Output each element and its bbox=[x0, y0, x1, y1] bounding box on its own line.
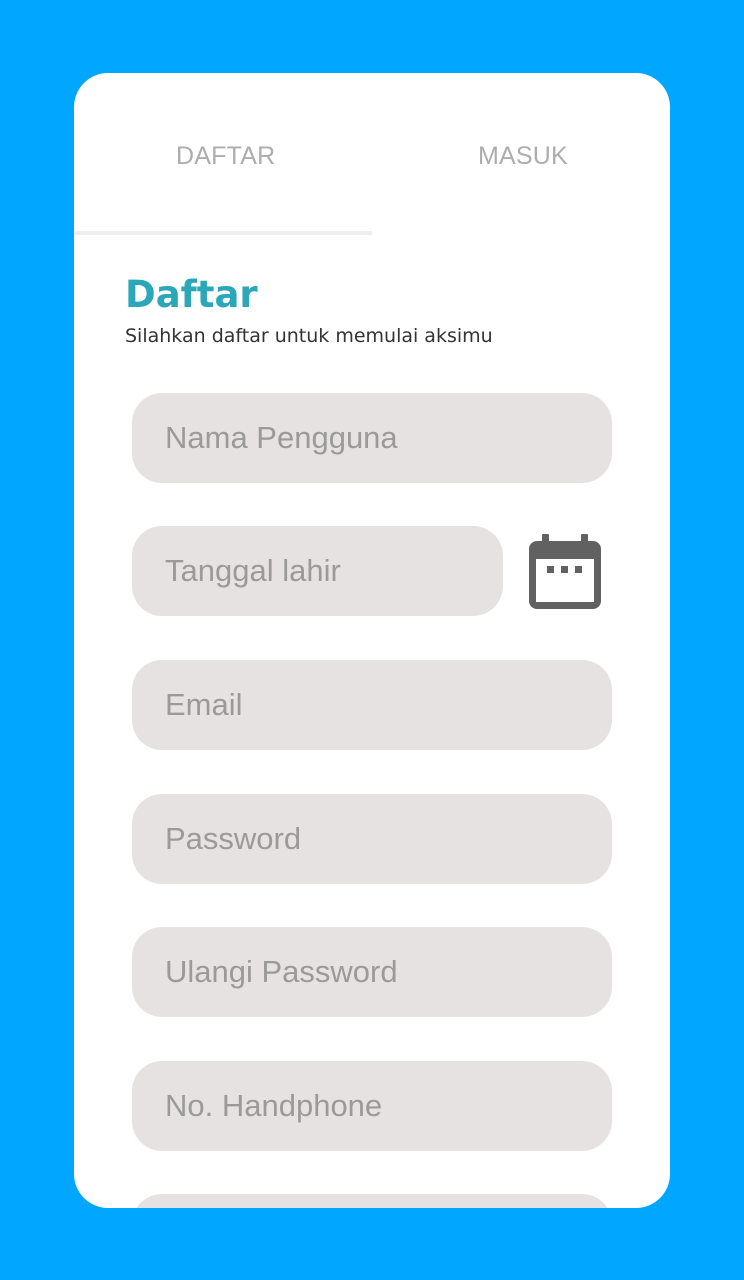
birthdate-input[interactable] bbox=[165, 553, 503, 589]
email-input[interactable] bbox=[165, 687, 612, 723]
phone-field[interactable] bbox=[132, 1061, 612, 1151]
email-field[interactable] bbox=[132, 660, 612, 750]
username-input[interactable] bbox=[165, 420, 612, 456]
tab-indicator bbox=[74, 231, 372, 235]
username-field[interactable] bbox=[132, 393, 612, 483]
page-title: Daftar bbox=[125, 273, 258, 316]
password-input[interactable] bbox=[165, 821, 612, 857]
calendar-icon[interactable] bbox=[529, 533, 601, 609]
confirm-password-input[interactable] bbox=[165, 954, 612, 990]
page-subtitle: Silahkan daftar untuk memulai aksimu bbox=[125, 325, 493, 347]
phone-input[interactable] bbox=[165, 1088, 612, 1124]
tab-daftar[interactable]: DAFTAR bbox=[176, 142, 275, 171]
registration-card: DAFTAR MASUK Daftar Silahkan daftar untu… bbox=[74, 73, 670, 1208]
birthdate-field[interactable] bbox=[132, 526, 503, 616]
tab-masuk[interactable]: MASUK bbox=[478, 142, 568, 171]
next-field-partial[interactable] bbox=[132, 1194, 612, 1208]
confirm-password-field[interactable] bbox=[132, 927, 612, 1017]
password-field[interactable] bbox=[132, 794, 612, 884]
